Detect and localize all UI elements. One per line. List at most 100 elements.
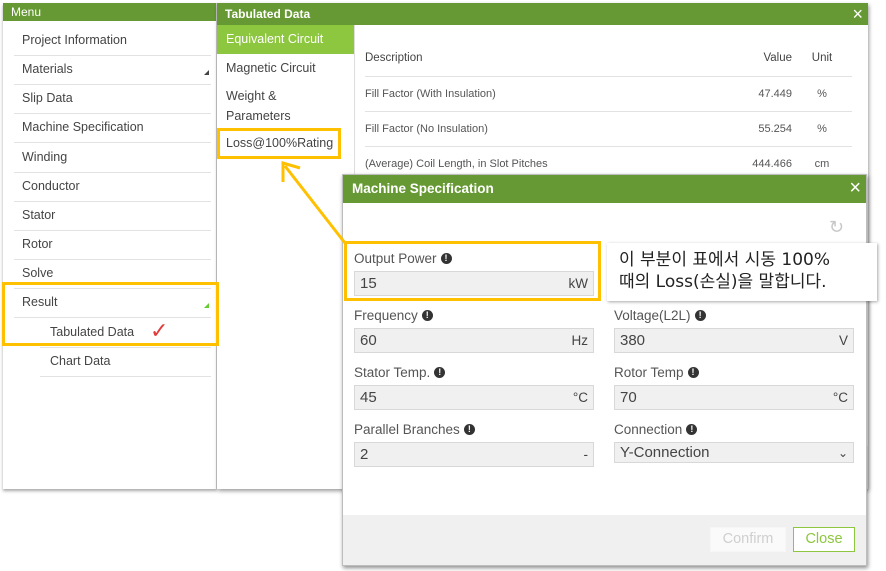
field-label: Rotor Temp (614, 364, 684, 380)
annotation-callout: 이 부분이 표에서 시동 100% 때의 Loss(손실)을 말합니다. (607, 243, 877, 301)
menu-item-label: Rotor (22, 237, 53, 251)
menu-item-solve[interactable]: Solve (14, 260, 211, 289)
callout-line-1: 이 부분이 표에서 시동 100% (619, 250, 830, 270)
close-icon[interactable]: × (852, 4, 863, 24)
menu-item-materials[interactable]: Materials (14, 56, 211, 85)
tab-loss-100-rating[interactable]: Loss@100%Rating (217, 126, 354, 153)
info-icon[interactable]: ! (694, 309, 706, 321)
field-label-row: Voltage(L2L)! (614, 306, 854, 324)
tabulated-data-header: Tabulated Data × (217, 3, 868, 25)
field-label-row: Rotor Temp! (614, 363, 854, 381)
info-icon[interactable]: ! (687, 366, 699, 378)
tab-equivalent-circuit[interactable]: Equivalent Circuit (217, 25, 354, 54)
expand-arrow-icon (204, 70, 209, 75)
cell-unit: % (792, 111, 852, 147)
menu-item-label: Conductor (22, 179, 80, 193)
field-label: Frequency (354, 307, 418, 323)
field-label-row: Stator Temp.! (354, 363, 594, 381)
info-icon[interactable]: ! (686, 423, 698, 435)
menu-item-chart-data[interactable]: Chart Data (40, 348, 211, 377)
menu-item-project-information[interactable]: Project Information (14, 27, 211, 56)
tab-magnetic-circuit[interactable]: Magnetic Circuit (217, 54, 354, 82)
rotor-temp-field: Rotor Temp! 70 °C (614, 363, 854, 410)
menu-item-conductor[interactable]: Conductor (14, 173, 211, 202)
output-power-input[interactable]: 15 kW (354, 271, 594, 296)
info-icon[interactable]: ! (421, 309, 433, 321)
results-table: Description Value Unit Fill Factor (With… (365, 41, 852, 182)
close-icon[interactable]: × (849, 178, 861, 198)
expand-arrow-icon (204, 303, 209, 308)
column-header-description: Description (365, 41, 737, 77)
cell-description: Fill Factor (No Insulation) (365, 111, 737, 147)
menu-item-label: Machine Specification (22, 120, 144, 134)
menu-item-label: Winding (22, 150, 68, 164)
check-mark-icon: ✓ (150, 318, 169, 343)
table-row: Fill Factor (With Insulation) 47.449 % (365, 76, 852, 112)
menu-item-label: Project Information (22, 33, 127, 47)
menu-item-result[interactable]: Result (14, 289, 211, 318)
field-label: Parallel Branches (354, 421, 460, 437)
input-value: 15 (360, 275, 377, 292)
dialog-footer: Confirm Close (343, 515, 866, 565)
connection-field: Connection! Y-Connection ⌄ (614, 420, 854, 463)
menu-item-label: Result (22, 295, 58, 309)
menu-item-label: Stator (22, 208, 56, 222)
menu-item-tabulated-data[interactable]: Tabulated Data (40, 319, 211, 348)
cell-description: Fill Factor (With Insulation) (365, 76, 737, 112)
menu-panel: Menu Project Information Materials Slip … (3, 3, 217, 489)
tab-label-line1: Weight & (226, 89, 277, 103)
input-unit: °C (572, 390, 588, 405)
input-value: 2 (360, 446, 369, 463)
refresh-icon[interactable]: ↻ (829, 217, 844, 238)
field-label: Stator Temp. (354, 364, 431, 380)
output-power-field: Output Power! 15 kW (354, 249, 594, 296)
input-value: 70 (620, 389, 637, 406)
input-unit: °C (832, 390, 848, 405)
field-label: Voltage(L2L) (614, 307, 691, 323)
menu-item-winding[interactable]: Winding (14, 144, 211, 173)
menu-item-stator[interactable]: Stator (14, 202, 211, 231)
menu-item-label: Solve (22, 266, 54, 280)
frequency-input[interactable]: 60 Hz (354, 328, 594, 353)
parallel-branches-field: Parallel Branches! 2- (354, 420, 594, 467)
field-label-row: Output Power! (354, 249, 594, 267)
input-unit: V (838, 333, 848, 348)
cell-unit: % (792, 76, 852, 112)
machine-specification-dialog: Machine Specification × ↻ Output Power! … (342, 174, 867, 566)
field-label: Output Power (354, 250, 437, 266)
rotor-temp-input[interactable]: 70 °C (614, 385, 854, 410)
callout-line-2: 때의 Loss(손실)을 말합니다. (619, 272, 827, 292)
parallel-branches-input[interactable]: 2- (354, 442, 594, 467)
input-value: 380 (620, 332, 646, 349)
menu-header: Menu (3, 3, 216, 21)
info-icon[interactable]: ! (434, 366, 446, 378)
connection-select[interactable]: Y-Connection ⌄ (614, 442, 854, 463)
stator-temp-input[interactable]: 45 °C (354, 385, 594, 410)
field-label: Connection (614, 421, 683, 437)
menu-item-label: Materials (22, 62, 73, 76)
chevron-down-icon: ⌄ (837, 445, 848, 460)
menu-item-label: Tabulated Data (50, 325, 135, 339)
confirm-button[interactable]: Confirm (710, 527, 786, 552)
close-button[interactable]: Close (793, 527, 855, 552)
voltage-field: Voltage(L2L)! 380 V (614, 306, 854, 353)
window-title: Tabulated Data (225, 7, 311, 21)
field-label-row: Connection! (614, 420, 854, 438)
menu-item-slip-data[interactable]: Slip Data (14, 85, 211, 114)
tab-weight-parameters[interactable]: Weight & Parameters (217, 82, 354, 126)
table-header-row: Description Value Unit (365, 41, 852, 77)
input-unit: kW (568, 276, 589, 291)
input-unit: Hz (571, 333, 589, 348)
dialog-title: Machine Specification (352, 181, 494, 196)
cell-value: 55.254 (737, 111, 792, 147)
input-value: 60 (360, 332, 377, 349)
menu-item-machine-specification[interactable]: Machine Specification (14, 114, 211, 143)
menu-item-rotor[interactable]: Rotor (14, 231, 211, 260)
voltage-input[interactable]: 380 V (614, 328, 854, 353)
frequency-field: Frequency! 60 Hz (354, 306, 594, 353)
tab-nav: Equivalent Circuit Magnetic Circuit Weig… (217, 25, 355, 489)
info-icon[interactable]: ! (463, 423, 475, 435)
select-value: Y-Connection (620, 444, 710, 461)
menu-item-label: Chart Data (50, 354, 111, 368)
info-icon[interactable]: ! (440, 252, 452, 264)
